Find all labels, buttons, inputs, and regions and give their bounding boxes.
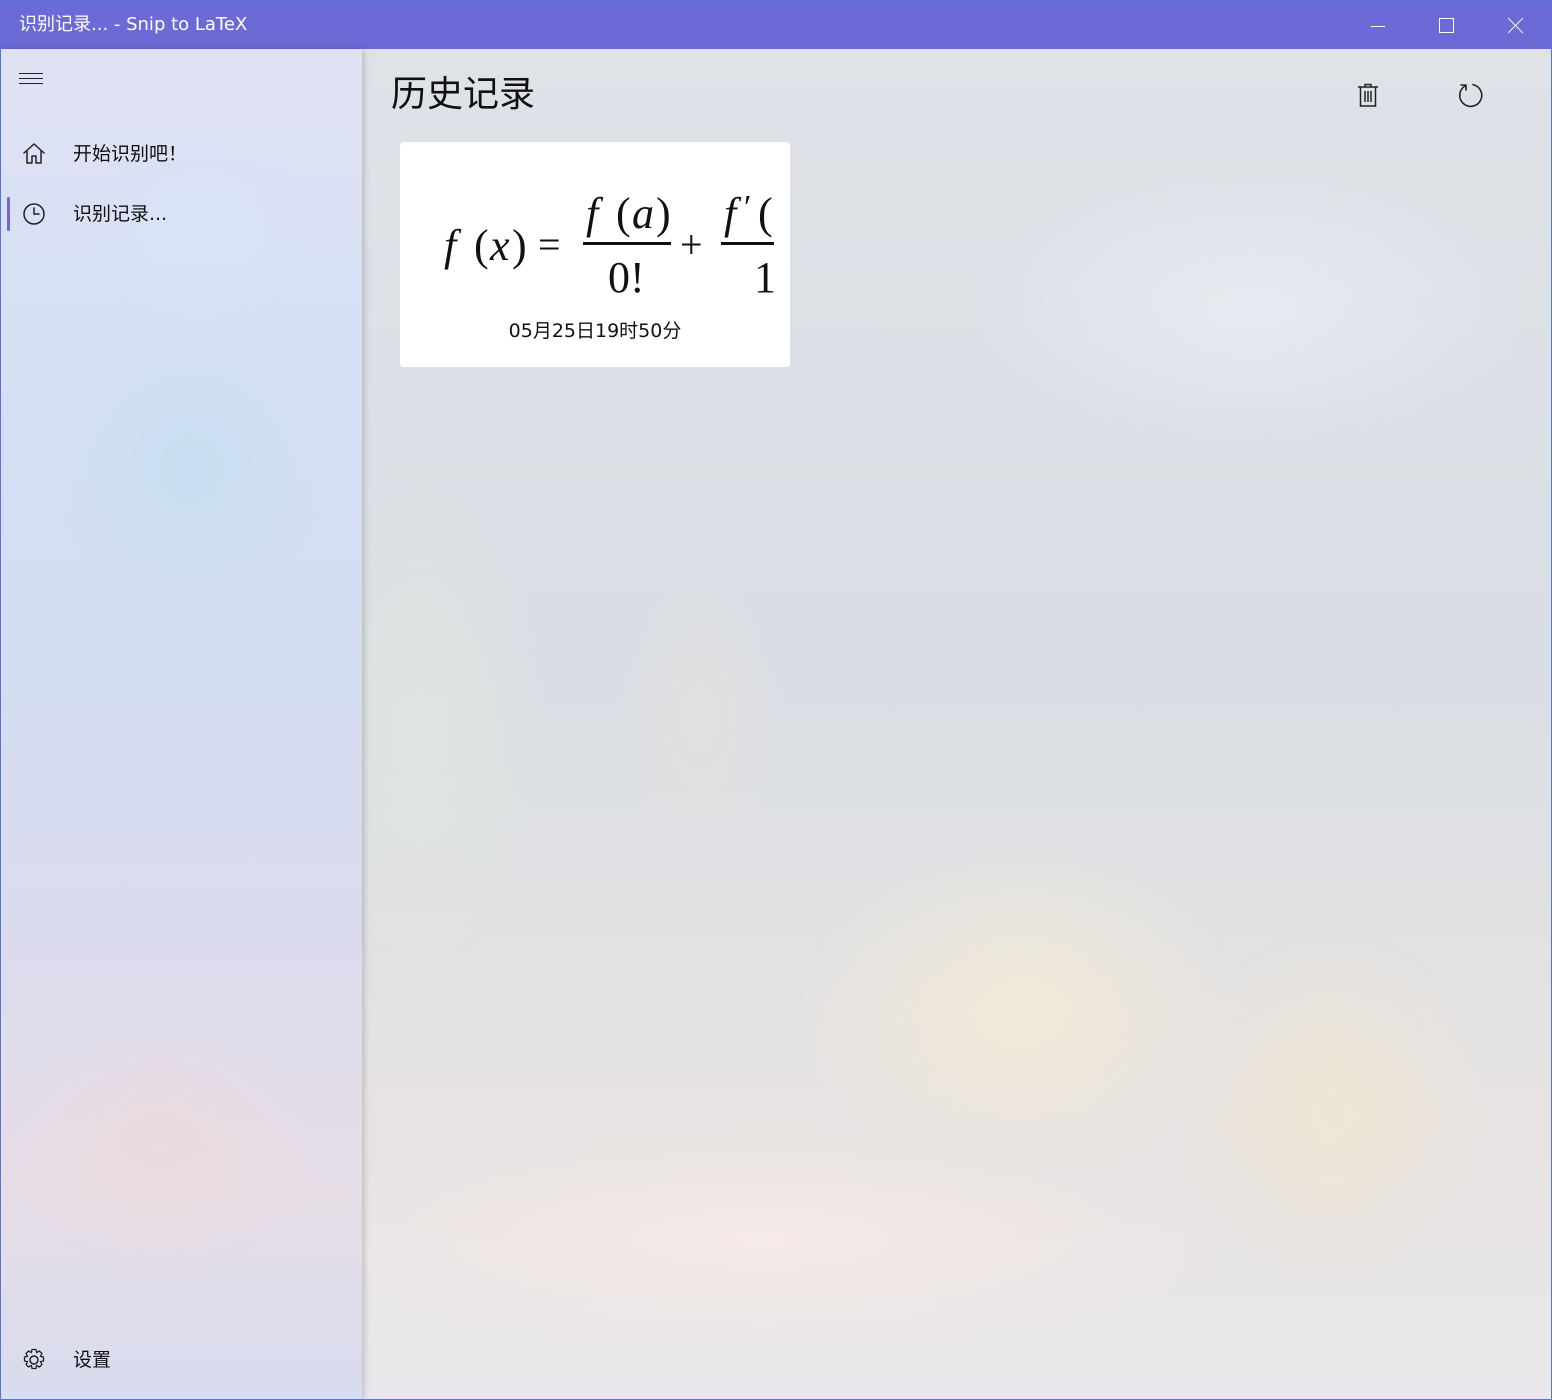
svg-text:+: + xyxy=(680,222,703,267)
title-bar[interactable]: 识别记录... - Snip to LaTeX xyxy=(1,1,1551,49)
close-button[interactable] xyxy=(1481,1,1550,49)
nav-item-history[interactable]: 识别记录... xyxy=(1,191,362,235)
svg-text:0!: 0! xyxy=(608,253,645,302)
svg-text:=: = xyxy=(538,222,561,267)
svg-text:′: ′ xyxy=(744,189,751,226)
maximize-button[interactable] xyxy=(1412,1,1481,49)
minimize-button[interactable] xyxy=(1343,1,1412,49)
svg-text:(: ( xyxy=(616,189,631,238)
svg-text:1: 1 xyxy=(754,253,774,302)
nav-item-label: 识别记录... xyxy=(73,203,168,225)
nav-item-settings[interactable]: 设置 xyxy=(1,1337,362,1381)
clock-icon xyxy=(23,203,45,225)
selection-indicator xyxy=(7,197,10,231)
gear-icon xyxy=(23,1348,45,1370)
delete-button[interactable] xyxy=(1346,73,1390,117)
navigation-pane: 开始识别吧！ 识别记录... 设置 xyxy=(1,49,362,1399)
refresh-icon xyxy=(1458,83,1483,108)
app-window: 识别记录... - Snip to LaTeX 开始识别吧！ 识别记录... 设… xyxy=(0,0,1552,1400)
svg-text:): ) xyxy=(656,189,671,238)
minimize-icon xyxy=(1370,25,1385,27)
history-date: 05月25日19时50分 xyxy=(508,320,682,342)
svg-text:x: x xyxy=(489,221,510,270)
delete-icon xyxy=(1358,83,1378,107)
page-title: 历史记录 xyxy=(391,74,536,115)
history-card[interactable]: f ( x ) = f ( a ) 0! + f ′ ( 1 05月25日19时… xyxy=(400,142,790,367)
svg-text:(: ( xyxy=(474,221,489,270)
close-icon xyxy=(1508,17,1524,33)
hamburger-menu-icon[interactable] xyxy=(19,73,45,87)
window-title: 识别记录... - Snip to LaTeX xyxy=(19,14,248,35)
svg-text:f: f xyxy=(586,189,604,238)
maximize-icon xyxy=(1439,17,1454,33)
svg-text:f: f xyxy=(444,221,462,270)
refresh-button[interactable] xyxy=(1448,73,1492,117)
nav-item-label: 设置 xyxy=(73,1349,112,1371)
svg-text:(: ( xyxy=(758,189,773,238)
svg-text:): ) xyxy=(512,221,527,270)
nav-item-start-recognition[interactable]: 开始识别吧！ xyxy=(1,131,362,175)
nav-item-label: 开始识别吧！ xyxy=(73,143,188,165)
formula-thumbnail: f ( x ) = f ( a ) 0! + f ′ ( 1 xyxy=(444,189,774,302)
svg-text:a: a xyxy=(632,189,654,238)
svg-text:f: f xyxy=(724,189,742,238)
home-icon xyxy=(23,143,45,164)
